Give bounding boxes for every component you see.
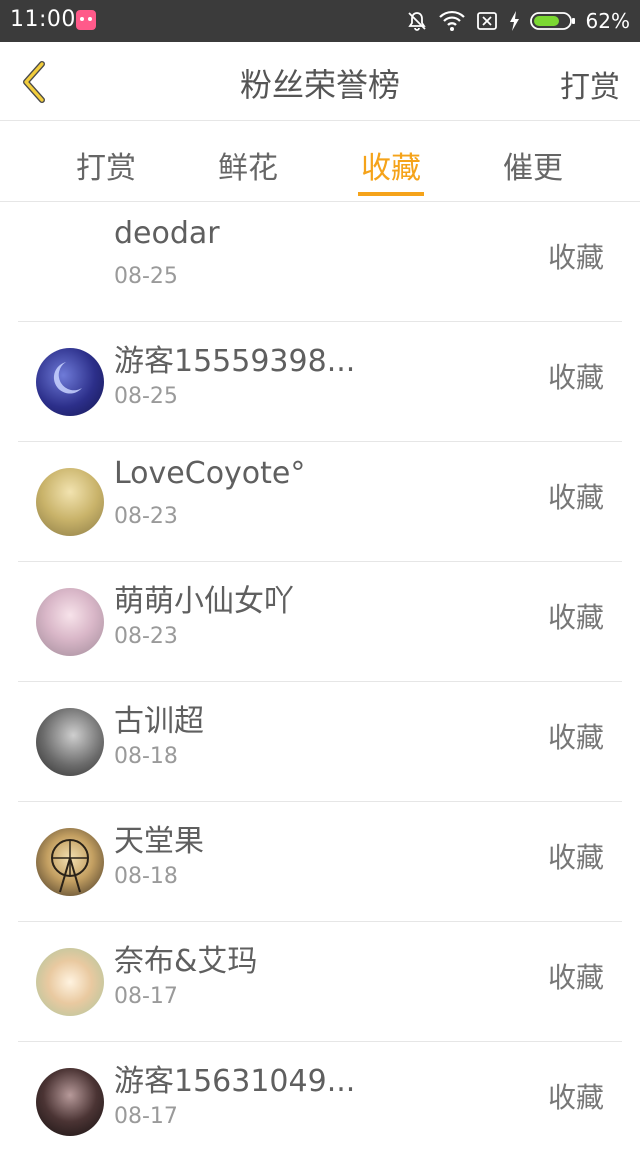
status-time: 11:00 (10, 7, 76, 32)
entry-date: 08-23 (114, 504, 178, 529)
list-item[interactable]: 天堂果 08-18 收藏 (18, 802, 622, 922)
list-item[interactable]: 萌萌小仙女吖 08-23 收藏 (18, 562, 622, 682)
avatar[interactable] (36, 708, 104, 776)
action-label: 收藏 (547, 841, 604, 874)
list-item[interactable]: deodar 08-25 收藏 (18, 202, 622, 322)
battery-icon (529, 10, 576, 32)
mute-bell-icon (406, 10, 428, 32)
tab-urge-update[interactable]: 催更 (483, 143, 583, 187)
battery-percentage: 62% (585, 9, 630, 33)
tab-bar: 打赏 鲜花 收藏 催更 (0, 121, 640, 202)
avatar[interactable] (36, 948, 104, 1016)
page-title: 粉丝荣誉榜 (239, 66, 400, 104)
user-name: LoveCoyote° (114, 456, 306, 491)
reward-button[interactable]: 打赏 (560, 62, 620, 106)
sim-none-icon (476, 10, 498, 32)
action-label: 收藏 (547, 601, 604, 634)
avatar[interactable] (36, 828, 104, 896)
action-label: 收藏 (547, 481, 604, 514)
action-label: 收藏 (547, 1081, 604, 1114)
charging-icon (508, 10, 520, 32)
wifi-icon (438, 10, 466, 32)
avatar[interactable] (36, 348, 104, 416)
navigation-bar: 粉丝荣誉榜 打赏 (0, 42, 640, 121)
avatar[interactable] (36, 588, 104, 656)
entry-date: 08-23 (114, 624, 178, 649)
user-name: 奈布&艾玛 (114, 944, 258, 979)
list-item[interactable]: 游客15559398... 08-25 收藏 (18, 322, 622, 442)
entry-date: 08-25 (114, 384, 178, 409)
list-item[interactable]: LoveCoyote° 08-23 收藏 (18, 442, 622, 562)
entry-date: 08-25 (114, 264, 178, 289)
user-name: 游客15559398... (114, 344, 356, 379)
user-name: 天堂果 (114, 824, 204, 859)
fan-list: deodar 08-25 收藏 游客15559398... 08-25 收藏 L… (0, 202, 640, 1161)
avatar[interactable] (36, 468, 104, 536)
status-icons: 62% (406, 6, 630, 36)
user-name: deodar (114, 216, 220, 251)
action-label: 收藏 (547, 361, 604, 394)
action-label: 收藏 (547, 721, 604, 754)
action-label: 收藏 (547, 241, 604, 274)
entry-date: 08-17 (114, 984, 178, 1009)
list-item[interactable]: 古训超 08-18 收藏 (18, 682, 622, 802)
user-name: 古训超 (114, 704, 204, 739)
tab-flowers[interactable]: 鲜花 (198, 143, 298, 187)
user-name: 游客15631049... (114, 1064, 356, 1099)
entry-date: 08-17 (114, 1104, 178, 1129)
entry-date: 08-18 (114, 864, 178, 889)
tab-reward[interactable]: 打赏 (56, 143, 156, 187)
avatar[interactable] (36, 1068, 104, 1136)
app-notification-icon (76, 10, 96, 30)
entry-date: 08-18 (114, 744, 178, 769)
status-bar: 11:00 62% (0, 0, 640, 42)
action-label: 收藏 (547, 961, 604, 994)
tab-favorites[interactable]: 收藏 (341, 143, 441, 187)
list-item[interactable]: 游客15631049... 08-17 收藏 (18, 1042, 622, 1161)
list-item[interactable]: 奈布&艾玛 08-17 收藏 (18, 922, 622, 1042)
user-name: 萌萌小仙女吖 (114, 584, 294, 619)
active-tab-indicator (358, 192, 424, 196)
